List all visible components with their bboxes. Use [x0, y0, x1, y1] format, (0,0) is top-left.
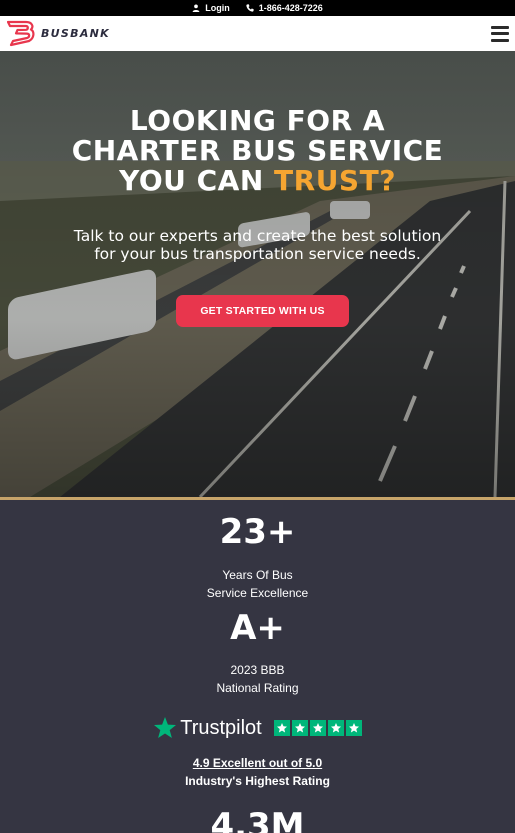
miles-stat-value: 4.3M: [210, 806, 305, 833]
login-label: Login: [205, 3, 230, 13]
hero-subtitle: Talk to our experts and create the best …: [40, 227, 475, 263]
trustpilot-rating-link[interactable]: 4.9 Excellent out of 5.0: [0, 754, 515, 772]
trustpilot-caption: Industry's Highest Rating: [185, 774, 330, 788]
star-icon: [273, 720, 290, 736]
trustpilot-stars: [273, 720, 362, 736]
years-stat-label: Years Of Bus Service Excellence: [0, 566, 515, 602]
user-icon: [192, 4, 200, 12]
hero-subtitle-line-1: Talk to our experts and create the best …: [73, 227, 442, 245]
years-stat-label-line-1: Years Of Bus: [222, 568, 293, 582]
hero-heading-line-1: LOOKING FOR A: [129, 104, 386, 137]
star-icon: [291, 720, 308, 736]
hero-heading-accent: TRUST?: [274, 164, 396, 197]
years-stat-value: 23+: [219, 512, 296, 552]
get-started-button[interactable]: GET STARTED WITH US: [176, 295, 349, 327]
busbank-logo-icon: [7, 20, 35, 47]
years-stat-label-line-2: Service Excellence: [206, 586, 309, 600]
hero-heading-line-3: YOU CAN TRUST?: [0, 166, 515, 196]
hero-heading-prefix: YOU CAN: [119, 164, 264, 197]
hero-heading: LOOKING FOR A CHARTER BUS SERVICE YOU CA…: [0, 106, 515, 196]
site-header: BUSBANK: [0, 16, 515, 51]
hero-heading-line-2: CHARTER BUS SERVICE: [71, 134, 444, 167]
brand-name: BUSBANK: [41, 27, 110, 40]
phone-link[interactable]: 1-866-428-7226: [246, 3, 323, 13]
bbb-stat-label-line-2: National Rating: [216, 681, 299, 695]
bbb-stat-label-line-1: 2023 BBB: [230, 663, 285, 677]
trustpilot-rating-text: 4.9 Excellent out of 5.0 Industry's High…: [0, 754, 515, 790]
stats-section: 23+ Years Of Bus Service Excellence A+ 2…: [0, 500, 515, 833]
trustpilot-star-icon: [154, 717, 177, 738]
hero-subtitle-line-2: for your bus transportation service need…: [94, 245, 421, 263]
star-icon: [327, 720, 344, 736]
star-icon: [345, 720, 362, 736]
phone-label: 1-866-428-7226: [258, 3, 323, 13]
bbb-stat-value: A+: [230, 608, 285, 648]
star-icon: [309, 720, 326, 736]
phone-icon: [246, 4, 254, 12]
hero-section: LOOKING FOR A CHARTER BUS SERVICE YOU CA…: [0, 51, 515, 497]
trustpilot-logo: Trustpilot: [153, 716, 262, 740]
menu-icon[interactable]: [491, 25, 509, 42]
login-link[interactable]: Login: [192, 3, 230, 13]
brand-logo[interactable]: BUSBANK: [7, 20, 110, 47]
trustpilot-widget[interactable]: Trustpilot: [0, 714, 515, 742]
utility-bar: Login 1-866-428-7226: [0, 0, 515, 16]
trustpilot-name: Trustpilot: [180, 716, 262, 739]
bbb-stat-label: 2023 BBB National Rating: [0, 661, 515, 697]
